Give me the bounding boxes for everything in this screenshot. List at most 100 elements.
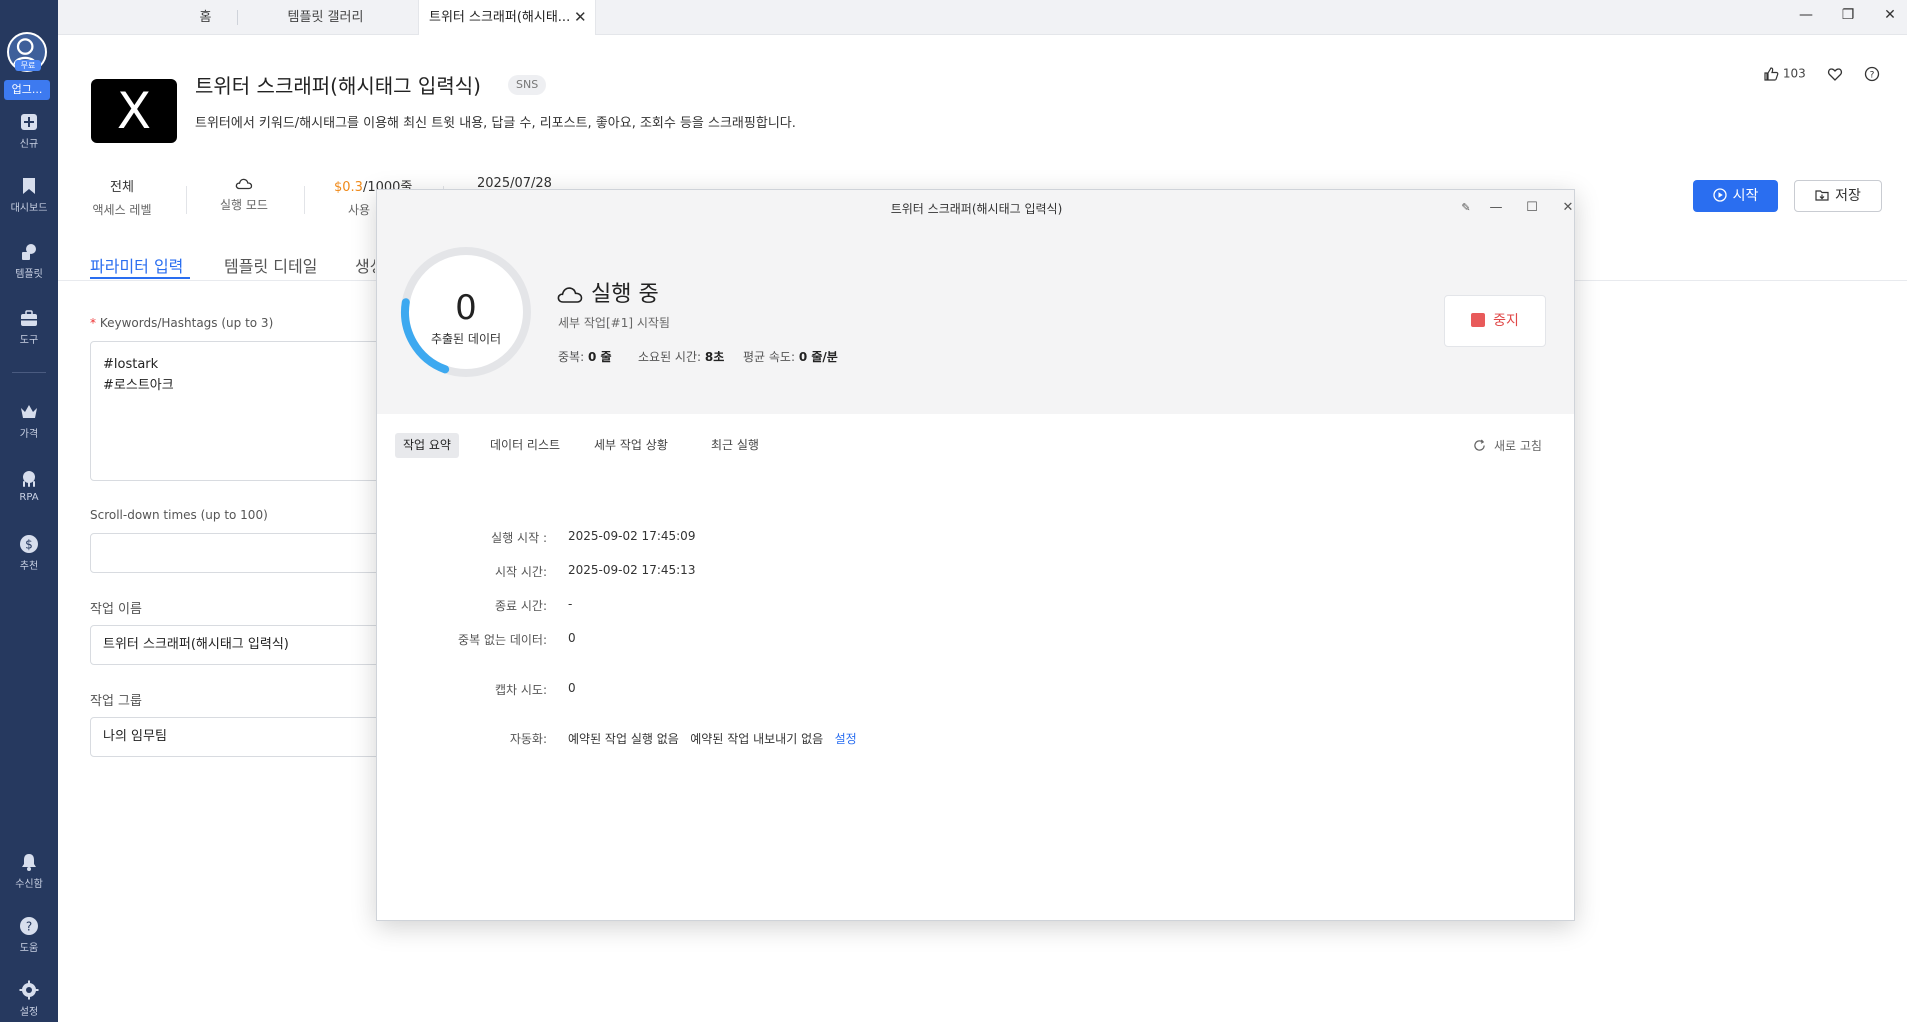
sidebar-item-label: RPA [19, 492, 39, 503]
end-time-value: - [568, 597, 573, 611]
restore-window-icon[interactable]: ❐ [1833, 0, 1863, 30]
tab-recent-runs[interactable]: 최근 실행 [703, 433, 767, 458]
favorite-button[interactable] [1827, 66, 1843, 82]
plan-badge: 무료 [15, 60, 41, 71]
run-start-value: 2025-09-02 17:45:09 [568, 529, 696, 543]
save-label: 저장 [1835, 188, 1861, 204]
task-name-label: 작업 이름 [90, 602, 142, 617]
automation-value: 예약된 작업 실행 없음 예약된 작업 내보내기 없음 설정 [568, 730, 857, 747]
close-window-icon[interactable]: ✕ [1875, 0, 1905, 30]
stop-button[interactable]: 중지 [1444, 295, 1546, 347]
scheduled-export-status: 예약된 작업 내보내기 없음 [690, 732, 824, 746]
stop-square-icon [1471, 313, 1486, 327]
sidebar-item-inbox[interactable]: 수신함 [0, 852, 58, 890]
unique-data-label: 중복 없는 데이터: [458, 633, 547, 647]
start-button[interactable]: 시작 [1693, 180, 1778, 212]
tab-template-detail[interactable]: 템플릿 디테일 [224, 253, 317, 277]
task-name-input[interactable]: 트위터 스크래퍼(해시태그 입력식) [90, 625, 380, 665]
scheduled-run-status: 예약된 작업 실행 없음 [568, 732, 679, 746]
tab-label: 트위터 스크래퍼(해시태... [429, 10, 571, 25]
sidebar-item-label: 도구 [19, 335, 39, 346]
minimize-window-icon[interactable]: — [1791, 0, 1821, 30]
sidebar-item-label: 수신함 [15, 879, 43, 890]
edit-icon[interactable]: ✎ [1454, 196, 1478, 220]
tab-twitter-scraper[interactable]: 트위터 스크래퍼(해시태... [418, 0, 596, 35]
cloud-icon [235, 178, 253, 190]
cloud-icon [557, 287, 583, 303]
bell-icon [19, 852, 39, 872]
meta-divider [186, 186, 187, 214]
crown-icon [19, 402, 39, 422]
task-group-select[interactable]: 나의 임무팀 [90, 717, 380, 757]
sidebar: 무료 업그... 신규 대시보드 템플릿 도구 가격 RPA $ 추천 수신함 … [0, 0, 58, 1022]
duplicate-stat: 중복: 0 줄 [558, 350, 612, 364]
sidebar-item-templates[interactable]: 템플릿 [0, 242, 58, 280]
sidebar-item-label: 대시보드 [10, 203, 48, 214]
plus-square-icon [19, 112, 39, 132]
automation-settings-link[interactable]: 설정 [835, 732, 857, 746]
run-status-dialog: 트위터 스크래퍼(해시태그 입력식) ✎ — ☐ ✕ 0 추출된 데이터 실행 … [376, 189, 1575, 921]
svg-text:?: ? [26, 920, 32, 934]
tab-subtask-status[interactable]: 세부 작업 상황 [586, 433, 676, 458]
sidebar-item-dashboard[interactable]: 대시보드 [0, 176, 58, 214]
price-value: $0.3 [334, 180, 363, 195]
dialog-close-icon[interactable]: ✕ [1556, 196, 1574, 220]
captcha-value: 0 [568, 681, 576, 695]
heart-icon [1827, 68, 1843, 81]
keyword-line: #lostark [103, 357, 159, 372]
extracted-label: 추출된 데이터 [430, 332, 502, 346]
tab-template-gallery[interactable]: 템플릿 갤러리 [238, 0, 413, 35]
like-button[interactable]: 103 [1763, 66, 1806, 82]
upgrade-button[interactable]: 업그... [4, 80, 50, 100]
tab-parameters[interactable]: 파라미터 입력 [90, 253, 183, 277]
sidebar-item-rpa[interactable]: RPA [0, 469, 58, 503]
sidebar-item-tools[interactable]: 도구 [0, 308, 58, 346]
save-button[interactable]: 저장 [1794, 180, 1882, 212]
gear-icon [19, 980, 39, 1000]
close-tab-icon[interactable]: ✕ [574, 0, 587, 35]
access-level-value: 전체 [110, 180, 134, 195]
page-description: 트위터에서 키워드/해시태그를 이용해 최신 트윗 내용, 답글 수, 리포스트… [195, 116, 796, 131]
tab-bar: 홈 템플릿 갤러리 트위터 스크래퍼(해시태... ✕ — ❐ ✕ [58, 0, 1907, 35]
speed-stat: 평균 속도: 0 줄/분 [743, 350, 838, 364]
template-icon [19, 242, 39, 262]
meta-divider [304, 186, 305, 214]
sidebar-item-pricing[interactable]: 가격 [0, 402, 58, 440]
octopus-icon [19, 469, 39, 489]
sidebar-divider [12, 372, 46, 373]
tab-data-list[interactable]: 데이터 리스트 [482, 433, 568, 458]
automation-label: 자동화: [509, 732, 547, 746]
access-level-label: 액세스 레벨 [92, 203, 152, 217]
sidebar-item-new[interactable]: 신규 [0, 112, 58, 150]
refresh-button[interactable]: 새로 고침 [1473, 437, 1542, 454]
run-status-text: 실행 중 [591, 282, 659, 307]
play-circle-icon [1712, 188, 1727, 202]
keywords-textarea[interactable]: #lostark #로스트아크 [90, 341, 380, 481]
sidebar-item-label: 템플릿 [15, 269, 43, 280]
sidebar-item-referral[interactable]: $ 추천 [0, 534, 58, 572]
sidebar-item-help[interactable]: ? 도움 [0, 916, 58, 954]
dialog-minimize-icon[interactable]: — [1484, 196, 1508, 220]
dialog-title: 트위터 스크래퍼(해시태그 입력식) [890, 202, 1063, 216]
end-time-label: 종료 시간: [494, 599, 547, 613]
help-button[interactable]: ? [1864, 66, 1880, 82]
save-folder-icon [1815, 190, 1829, 201]
task-group-label: 작업 그룹 [90, 694, 142, 709]
access-level: 전체 액세스 레벨 [90, 176, 154, 218]
tab-task-summary[interactable]: 작업 요약 [395, 433, 459, 458]
sidebar-item-settings[interactable]: 설정 [0, 980, 58, 1018]
dialog-maximize-icon[interactable]: ☐ [1520, 196, 1544, 220]
start-time-label: 시작 시간: [494, 565, 547, 579]
scroll-times-input[interactable] [90, 533, 380, 573]
tab-generate[interactable]: 생성 [355, 253, 375, 277]
svg-text:?: ? [1870, 71, 1875, 81]
run-start-label: 실행 시작 : [491, 531, 547, 545]
active-tab-indicator [90, 277, 190, 279]
captcha-label: 캡차 시도: [494, 683, 547, 697]
like-count: 103 [1782, 66, 1806, 81]
twitter-x-logo: X [91, 79, 177, 143]
unique-data-value: 0 [568, 631, 576, 645]
extracted-count: 0 [455, 288, 477, 328]
dollar-icon: $ [19, 534, 39, 554]
help-circle-icon: ? [19, 916, 39, 936]
